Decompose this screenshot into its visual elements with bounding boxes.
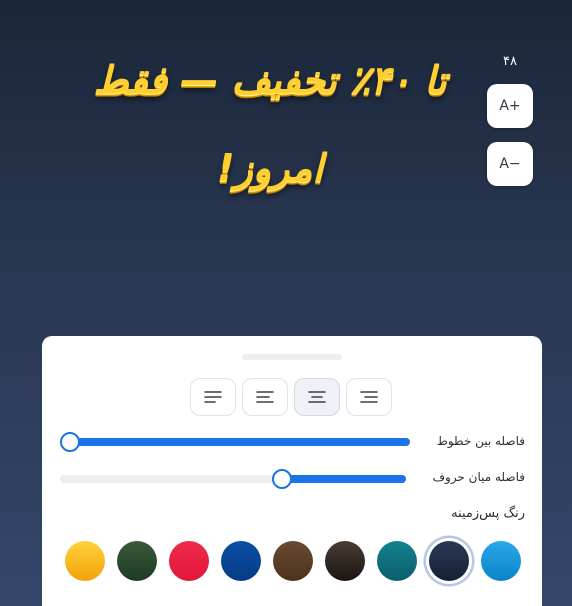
increase-font-button[interactable]: A+	[487, 84, 533, 128]
letter-spacing-thumb[interactable]	[272, 469, 292, 489]
align-right-icon	[360, 391, 378, 403]
swatch-brown[interactable]	[273, 541, 313, 581]
decrease-font-button[interactable]: A−	[487, 142, 533, 186]
background-color-title: رنگ پس‌زمینه	[451, 506, 525, 521]
align-left-icon	[204, 391, 222, 403]
align-left-button[interactable]	[190, 378, 236, 416]
text-style-panel: فاصله بین خطوط فاصله میان حروف رنگ پس‌زم…	[42, 336, 542, 606]
line-spacing-fill	[70, 438, 410, 446]
swatch-dark-green[interactable]	[117, 541, 157, 581]
line-spacing-label: فاصله بین خطوط	[436, 434, 525, 448]
align-right-button[interactable]	[346, 378, 392, 416]
banner-line-1: تا ۴۰٪ تخفیف — فقط	[93, 58, 447, 102]
swatch-blue[interactable]	[221, 541, 261, 581]
swatch-red[interactable]	[169, 541, 209, 581]
swatch-dark-brown[interactable]	[325, 541, 365, 581]
align-left-short-icon	[256, 391, 274, 403]
swatch-yellow[interactable]	[65, 541, 105, 581]
banner-line-2: امروز!	[217, 146, 323, 190]
letter-spacing-slider[interactable]	[60, 469, 406, 489]
swatch-navy[interactable]	[429, 541, 469, 581]
align-center-button[interactable]	[294, 378, 340, 416]
banner-text: تا ۴۰٪ تخفیف — فقط امروز!	[60, 36, 480, 212]
font-size-value: ۴۸	[503, 54, 517, 69]
line-spacing-thumb[interactable]	[60, 432, 80, 452]
letter-spacing-label: فاصله میان حروف	[432, 470, 525, 484]
swatch-sky-blue[interactable]	[481, 541, 521, 581]
line-spacing-slider[interactable]	[60, 432, 410, 452]
swatch-teal[interactable]	[377, 541, 417, 581]
align-center-icon	[308, 391, 326, 403]
letter-spacing-fill	[282, 475, 406, 483]
panel-drag-handle[interactable]	[242, 354, 342, 360]
align-left-short-button[interactable]	[242, 378, 288, 416]
